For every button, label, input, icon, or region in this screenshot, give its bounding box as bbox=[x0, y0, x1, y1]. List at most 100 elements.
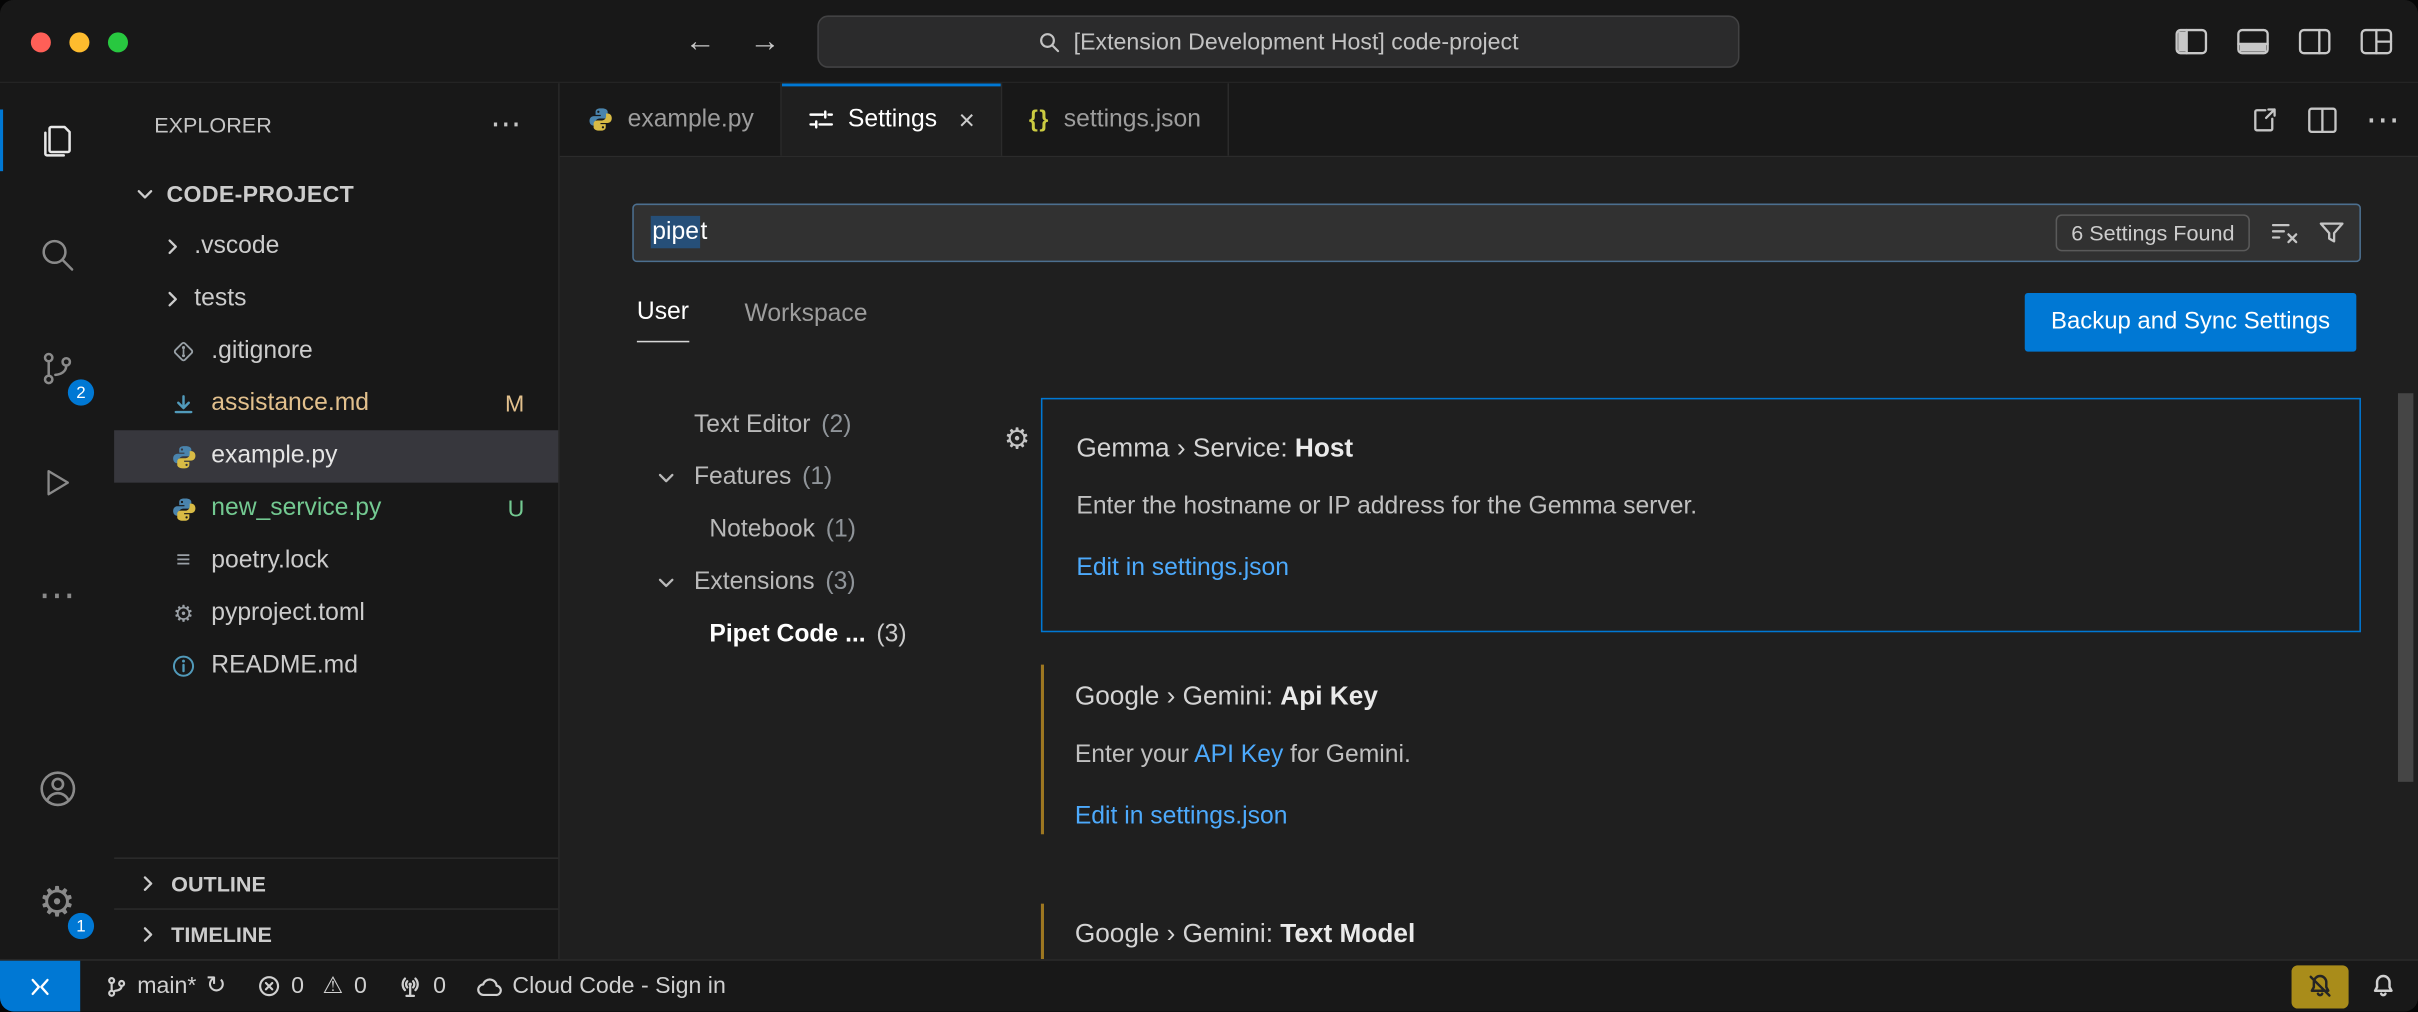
description-text: Enter your bbox=[1075, 742, 1194, 768]
toggle-secondary-sidebar-icon[interactable] bbox=[2298, 28, 2332, 56]
tree-item-pyproject-toml[interactable]: ⚙ pyproject.toml bbox=[114, 588, 558, 640]
root-label: CODE-PROJECT bbox=[167, 181, 355, 207]
outline-section-header[interactable]: OUTLINE bbox=[114, 857, 558, 908]
search-icon bbox=[1038, 30, 1061, 53]
setting-title: Google › Gemini: Text Model bbox=[1075, 916, 2327, 953]
setting-category: Google › Gemini: bbox=[1075, 682, 1280, 711]
errors-count: 0 bbox=[291, 973, 304, 999]
search-icon bbox=[37, 234, 77, 274]
titlebar: ← → [Extension Development Host] code-pr… bbox=[0, 0, 2418, 83]
clear-search-filters-icon[interactable] bbox=[2268, 217, 2299, 248]
tree-item-gitignore[interactable]: .gitignore bbox=[114, 325, 558, 377]
bell-slash-icon bbox=[2307, 973, 2333, 999]
customize-layout-icon[interactable] bbox=[2359, 28, 2393, 56]
git-branch-icon bbox=[105, 974, 128, 999]
tree-item-label: .gitignore bbox=[211, 338, 313, 366]
toc-extensions[interactable]: Extensions (3) bbox=[632, 557, 1021, 609]
tree-item-example-py[interactable]: example.py bbox=[114, 430, 558, 482]
setting-actions-gear-icon[interactable]: ⚙ bbox=[1004, 426, 1030, 455]
tab-example-py[interactable]: example.py bbox=[560, 83, 782, 155]
toc-notebook[interactable]: Notebook (1) bbox=[632, 504, 1021, 556]
run-debug-icon bbox=[39, 464, 76, 501]
tab-settings[interactable]: Settings × bbox=[782, 83, 1003, 155]
activity-search[interactable] bbox=[0, 197, 114, 311]
activity-settings[interactable]: ⚙ 1 bbox=[0, 845, 114, 959]
timeline-section-header[interactable]: TIMELINE bbox=[114, 908, 558, 959]
toc-count: (2) bbox=[821, 412, 851, 440]
notifications-bell-icon[interactable] bbox=[2370, 973, 2396, 999]
close-icon[interactable]: × bbox=[959, 106, 975, 134]
toml-gear-icon: ⚙ bbox=[170, 600, 198, 628]
tree-item-assistance-md[interactable]: assistance.md M bbox=[114, 378, 558, 430]
split-editor-icon[interactable] bbox=[2307, 106, 2338, 134]
forward-icon[interactable]: → bbox=[749, 26, 780, 57]
edit-in-settings-json-link[interactable]: Edit in settings.json bbox=[1075, 799, 2327, 836]
ports-status-item[interactable]: 0 bbox=[382, 961, 461, 1012]
problems-status-item[interactable]: 0 ⚠ 0 bbox=[242, 961, 383, 1012]
toggle-primary-sidebar-icon[interactable] bbox=[2174, 28, 2208, 56]
tab-settings-json[interactable]: {} settings.json bbox=[1003, 83, 1229, 155]
toc-features[interactable]: Features (1) bbox=[632, 452, 1021, 504]
edit-in-settings-json-link[interactable]: Edit in settings.json bbox=[1076, 551, 2325, 588]
layout-controls bbox=[2174, 0, 2393, 83]
chevron-down-icon bbox=[654, 466, 679, 491]
tree-item-poetry-lock[interactable]: ≡ poetry.lock bbox=[114, 535, 558, 587]
description-text: for Gemini. bbox=[1283, 742, 1411, 768]
status-bar: main* ↻ 0 ⚠ 0 0 Cloud Code - Sign in bbox=[0, 959, 2418, 1011]
activity-explorer[interactable] bbox=[0, 83, 114, 197]
tree-item-label: pyproject.toml bbox=[211, 600, 365, 628]
back-icon[interactable]: ← bbox=[685, 26, 716, 57]
tree-item-label: poetry.lock bbox=[211, 547, 328, 575]
toc-label: Text Editor bbox=[694, 412, 811, 440]
branch-status-item[interactable]: main* ↻ bbox=[89, 961, 241, 1012]
settings-search-input[interactable]: pipet 6 Settings Found bbox=[632, 204, 2361, 263]
api-key-link[interactable]: API Key bbox=[1194, 742, 1283, 768]
tree-root-code-project[interactable]: CODE-PROJECT bbox=[114, 168, 558, 220]
search-query-selected: pipe bbox=[651, 216, 701, 248]
command-center[interactable]: [Extension Development Host] code-projec… bbox=[817, 15, 1739, 67]
history-nav: ← → bbox=[685, 0, 781, 83]
activity-run-debug[interactable] bbox=[0, 426, 114, 540]
open-settings-json-icon[interactable] bbox=[2248, 105, 2279, 136]
tree-item-readme-md[interactable]: README.md bbox=[114, 640, 558, 692]
setting-category: Google › Gemini: bbox=[1075, 919, 1280, 948]
activity-source-control[interactable]: 2 bbox=[0, 312, 114, 426]
scope-tab-user[interactable]: User bbox=[637, 299, 689, 342]
tree-item-vscode[interactable]: .vscode bbox=[114, 221, 558, 273]
search-query: pipet bbox=[651, 219, 708, 247]
vertical-scrollbar[interactable] bbox=[2398, 393, 2413, 782]
account-icon bbox=[36, 767, 78, 809]
explorer-header: EXPLORER ⋯ bbox=[114, 83, 558, 166]
cloud-code-status-item[interactable]: Cloud Code - Sign in bbox=[461, 961, 741, 1012]
toc-pipet-code[interactable]: Pipet Code ... (3) bbox=[632, 609, 1021, 661]
filter-icon[interactable] bbox=[2318, 219, 2346, 247]
close-window-button[interactable] bbox=[31, 32, 51, 52]
remote-indicator[interactable] bbox=[0, 961, 80, 1012]
settings-sliders-icon bbox=[808, 106, 834, 132]
explorer-more-icon[interactable]: ⋯ bbox=[490, 109, 521, 140]
remote-brackets-icon bbox=[26, 975, 54, 997]
activity-more[interactable]: ⋯ bbox=[0, 540, 114, 654]
minimize-window-button[interactable] bbox=[69, 32, 89, 52]
settings-list: Gemma › Service: Host Enter the hostname… bbox=[1041, 398, 2361, 959]
cloud-code-label: Cloud Code - Sign in bbox=[512, 973, 725, 999]
status-right bbox=[2292, 961, 2418, 1012]
settings-toc: Text Editor (2) Features (1) Notebook (1… bbox=[632, 399, 1021, 661]
scm-changes-badge: 2 bbox=[68, 379, 94, 405]
tree-item-tests[interactable]: tests bbox=[114, 273, 558, 325]
zoom-window-button[interactable] bbox=[108, 32, 128, 52]
tree-item-new-service-py[interactable]: new_service.py U bbox=[114, 483, 558, 535]
toggle-panel-icon[interactable] bbox=[2236, 28, 2270, 56]
explorer-sidebar: EXPLORER ⋯ CODE-PROJECT .vscode tests bbox=[114, 83, 560, 959]
toc-text-editor[interactable]: Text Editor (2) bbox=[632, 399, 1021, 451]
activity-account[interactable] bbox=[0, 731, 114, 845]
do-not-disturb-indicator[interactable] bbox=[2292, 965, 2349, 1008]
scope-tab-workspace[interactable]: Workspace bbox=[744, 301, 867, 343]
setting-google-gemini-text-model: Google › Gemini: Text Model bbox=[1041, 894, 2361, 959]
tree-item-label: README.md bbox=[211, 652, 358, 680]
editor-tabs-bar: example.py Settings × {} settings.json bbox=[560, 83, 2418, 157]
tree-item-label: assistance.md bbox=[211, 390, 369, 418]
branch-name: main* bbox=[137, 973, 196, 999]
backup-sync-settings-button[interactable]: Backup and Sync Settings bbox=[2025, 293, 2356, 352]
more-actions-icon[interactable]: ⋯ bbox=[2366, 103, 2400, 137]
